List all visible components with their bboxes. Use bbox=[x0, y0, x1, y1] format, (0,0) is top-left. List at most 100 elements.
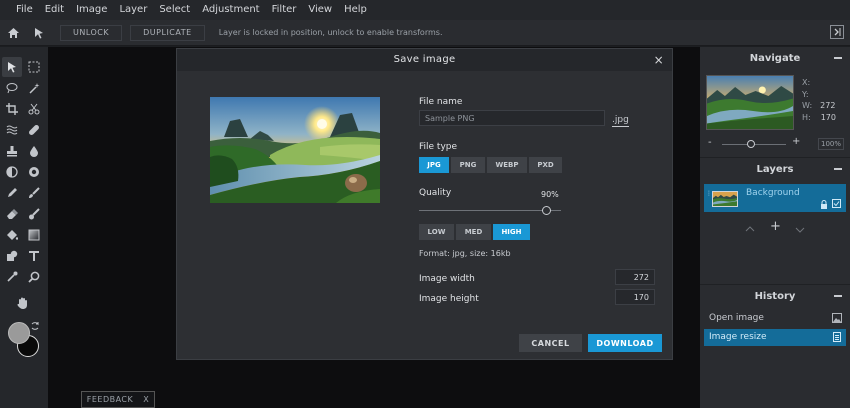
dialog-close-button[interactable]: × bbox=[654, 49, 664, 71]
image-height-input[interactable]: 170 bbox=[615, 289, 655, 305]
history-item-selected[interactable]: Image resize bbox=[704, 329, 846, 346]
lasso-tool-icon[interactable] bbox=[2, 78, 22, 98]
crop-tool-icon[interactable] bbox=[2, 99, 22, 119]
marquee-tool-icon[interactable] bbox=[24, 57, 44, 77]
nav-w-value: 272 bbox=[820, 101, 836, 110]
layers-title: Layers bbox=[756, 163, 794, 175]
hand-tool-icon[interactable] bbox=[13, 293, 33, 313]
nav-h-value: 170 bbox=[820, 112, 836, 122]
save-image-dialog: Save image × File name Sample PNG .jpg F… bbox=[176, 48, 673, 360]
history-item[interactable]: Open image bbox=[704, 310, 846, 327]
history-item-label: Open image bbox=[709, 313, 764, 323]
dialog-title: Save image bbox=[393, 54, 456, 65]
image-width-input[interactable]: 272 bbox=[615, 269, 655, 285]
eyedropper-tool-icon[interactable] bbox=[2, 267, 22, 287]
unlock-button[interactable]: UNLOCK bbox=[60, 24, 123, 41]
replace-color-tool-icon[interactable] bbox=[24, 204, 44, 224]
liquify-tool-icon[interactable] bbox=[2, 120, 22, 140]
shape-tool-icon[interactable] bbox=[2, 246, 22, 266]
duplicate-button[interactable]: DUPLICATE bbox=[130, 24, 205, 41]
quality-preset-high[interactable]: HIGH bbox=[493, 224, 530, 240]
layer-move-down-icon[interactable] bbox=[795, 225, 805, 236]
nav-h-label: H: bbox=[802, 112, 811, 122]
file-name-input[interactable]: Sample PNG bbox=[419, 110, 605, 126]
file-type-pxd[interactable]: PXD bbox=[529, 157, 562, 173]
dodge-tool-icon[interactable] bbox=[2, 162, 22, 182]
foreground-color-swatch[interactable] bbox=[8, 322, 30, 344]
navigate-thumbnail[interactable] bbox=[706, 75, 794, 130]
history-panel: History Open image Image resize bbox=[700, 284, 850, 408]
layer-name: Background bbox=[746, 188, 800, 198]
nav-x-label: X: bbox=[802, 78, 811, 87]
file-type-jpg[interactable]: JPG bbox=[419, 157, 449, 173]
history-header: History bbox=[700, 285, 850, 307]
clone-stamp-tool-icon[interactable] bbox=[2, 141, 22, 161]
pointer-icon[interactable] bbox=[26, 20, 52, 46]
dialog-title-bar: Save image × bbox=[177, 49, 672, 71]
menu-view[interactable]: View bbox=[302, 0, 338, 20]
quality-preset-med[interactable]: MED bbox=[456, 224, 491, 240]
file-extension[interactable]: .jpg bbox=[612, 115, 629, 127]
navigate-coords: X: Y: W: 272 H: 170 bbox=[802, 77, 836, 123]
menu-layer[interactable]: Layer bbox=[113, 0, 153, 20]
file-type-selector: JPG PNG WEBP PXD bbox=[419, 157, 564, 173]
menu-edit[interactable]: Edit bbox=[39, 0, 70, 20]
history-item-label: Image resize bbox=[709, 332, 767, 342]
swap-colors-icon[interactable] bbox=[29, 320, 41, 332]
sponge-tool-icon[interactable] bbox=[24, 162, 44, 182]
zoom-out-button[interactable]: - bbox=[708, 137, 712, 148]
cancel-button[interactable]: CANCEL bbox=[519, 334, 582, 352]
menu-select[interactable]: Select bbox=[153, 0, 196, 20]
panel-toggle-icon[interactable] bbox=[830, 25, 844, 39]
menu-filter[interactable]: Filter bbox=[266, 0, 303, 20]
magic-wand-tool-icon[interactable] bbox=[24, 78, 44, 98]
layer-row-background[interactable]: ⋮ Background bbox=[704, 184, 846, 212]
document-icon bbox=[833, 332, 841, 342]
layers-panel: Layers ⋮ Background + bbox=[700, 157, 850, 284]
navigate-title: Navigate bbox=[749, 52, 801, 64]
image-preview bbox=[210, 97, 380, 203]
healing-tool-icon[interactable] bbox=[24, 120, 44, 140]
navigate-collapse-icon[interactable] bbox=[834, 57, 842, 59]
options-toolbar: UNLOCK DUPLICATE Layer is locked in posi… bbox=[0, 20, 850, 46]
zoom-in-button[interactable]: + bbox=[792, 136, 800, 147]
layers-collapse-icon[interactable] bbox=[834, 168, 842, 170]
layer-lock-icon[interactable] bbox=[820, 200, 828, 212]
quality-slider-handle[interactable] bbox=[542, 206, 552, 215]
move-tool-icon[interactable] bbox=[2, 57, 22, 77]
menu-image[interactable]: Image bbox=[70, 0, 113, 20]
menu-file[interactable]: File bbox=[10, 0, 39, 20]
text-tool-icon[interactable] bbox=[24, 246, 44, 266]
zoom-input[interactable]: 100% bbox=[818, 138, 844, 150]
blur-tool-icon[interactable] bbox=[24, 141, 44, 161]
file-type-label: File type bbox=[419, 142, 458, 152]
zoom-slider-handle[interactable] bbox=[747, 140, 755, 148]
file-type-png[interactable]: PNG bbox=[451, 157, 485, 173]
menu-help[interactable]: Help bbox=[338, 0, 373, 20]
fill-tool-icon[interactable] bbox=[2, 225, 22, 245]
feedback-button[interactable]: FEEDBACK X bbox=[81, 391, 155, 408]
quality-preset-low[interactable]: LOW bbox=[419, 224, 454, 240]
menu-adjustment[interactable]: Adjustment bbox=[196, 0, 265, 20]
scissors-tool-icon[interactable] bbox=[24, 99, 44, 119]
quality-value: 90% bbox=[541, 190, 559, 199]
quality-slider-track[interactable] bbox=[419, 210, 561, 211]
add-layer-button[interactable]: + bbox=[770, 219, 781, 234]
brush-tool-icon[interactable] bbox=[24, 183, 44, 203]
menu-bar: File Edit Image Layer Select Adjustment … bbox=[0, 0, 850, 20]
history-title: History bbox=[754, 290, 796, 302]
layer-move-up-icon[interactable] bbox=[745, 224, 755, 235]
eraser-tool-icon[interactable] bbox=[2, 204, 22, 224]
zoom-tool-icon[interactable] bbox=[24, 267, 44, 287]
download-button[interactable]: DOWNLOAD bbox=[588, 334, 662, 352]
pencil-tool-icon[interactable] bbox=[2, 183, 22, 203]
layers-header: Layers bbox=[700, 158, 850, 180]
gradient-tool-icon[interactable] bbox=[24, 225, 44, 245]
file-type-webp[interactable]: WEBP bbox=[487, 157, 527, 173]
history-collapse-icon[interactable] bbox=[834, 295, 842, 297]
quality-preset-selector: LOW MED HIGH bbox=[419, 224, 532, 240]
feedback-close-button[interactable]: X bbox=[143, 395, 149, 404]
navigate-panel: Navigate X: Y: W: 272 H: 170 - + 100% bbox=[700, 47, 850, 157]
layer-visibility-checkbox[interactable] bbox=[832, 199, 841, 208]
home-icon[interactable] bbox=[0, 20, 26, 46]
